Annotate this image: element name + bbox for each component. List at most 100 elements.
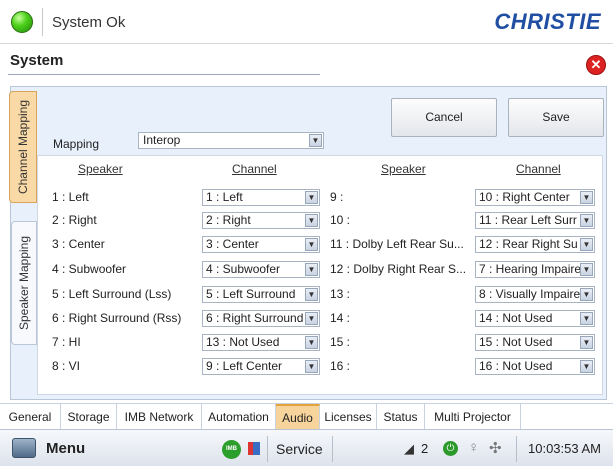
- channel-select[interactable]: 4 : Subwoofer ▼: [202, 261, 320, 278]
- channel-column-header: Channel: [232, 162, 277, 176]
- channel-select[interactable]: 1 : Left ▼: [202, 189, 320, 206]
- chevron-down-icon[interactable]: ▼: [580, 214, 593, 227]
- tab-storage[interactable]: Storage: [61, 404, 117, 430]
- channel-select[interactable]: 12 : Rear Right Su ▼: [475, 236, 595, 253]
- chevron-down-icon[interactable]: ▼: [580, 336, 593, 349]
- channel-select[interactable]: 6 : Right Surround ▼: [202, 310, 320, 327]
- channel-select[interactable]: 11 : Rear Left Surr ▼: [475, 212, 595, 229]
- channel-select[interactable]: 13 : Not Used ▼: [202, 334, 320, 351]
- channel-select[interactable]: 10 : Right Center ▼: [475, 189, 595, 206]
- tab-audio[interactable]: Audio: [276, 404, 320, 430]
- channel-select-value: 12 : Rear Right Su: [479, 237, 578, 251]
- mapping-select[interactable]: Interop ▼: [138, 132, 324, 149]
- tab-general[interactable]: General: [0, 404, 61, 430]
- tab-status[interactable]: Status: [377, 404, 425, 430]
- chevron-down-icon[interactable]: ▼: [305, 288, 318, 301]
- lamp-icon[interactable]: ♀: [468, 439, 479, 456]
- system-status-text: System Ok: [52, 14, 126, 31]
- speaker-label: 13 :: [330, 287, 351, 301]
- mapping-label: Mapping: [53, 137, 100, 151]
- chevron-down-icon[interactable]: ▼: [580, 238, 593, 251]
- tab-multi-projector[interactable]: Multi Projector: [425, 404, 521, 430]
- chevron-down-icon[interactable]: ▼: [580, 191, 593, 204]
- chevron-down-icon[interactable]: ▼: [305, 312, 318, 325]
- channel-select-value: 15 : Not Used: [479, 335, 553, 349]
- channel-select-value: 3 : Center: [206, 237, 259, 251]
- channel-select-value: 10 : Right Center: [479, 190, 570, 204]
- divider: [332, 436, 333, 462]
- channel-select-value: 4 : Subwoofer: [206, 262, 281, 276]
- tab-licenses[interactable]: Licenses: [320, 404, 377, 430]
- speaker-label: 11 : Dolby Left Rear Su...: [330, 237, 464, 251]
- speaker-label: 15 :: [330, 335, 351, 349]
- channel-select-value: 13 : Not Used: [206, 335, 280, 349]
- chevron-down-icon[interactable]: ▼: [305, 336, 318, 349]
- status-ok-icon: [11, 11, 33, 33]
- channel-select-value: 5 : Left Surround: [206, 287, 296, 301]
- channel-mapping-grid: Speaker Channel Speaker Channel 1 : Left…: [37, 155, 603, 395]
- speaker-label: 1 : Left: [52, 190, 89, 204]
- speaker-label: 16 :: [330, 359, 351, 373]
- chevron-down-icon[interactable]: ▼: [305, 263, 318, 276]
- close-icon[interactable]: ✕: [586, 55, 606, 75]
- bottom-tab-bar: General Storage IMB Network Automation A…: [0, 403, 613, 430]
- channel-select[interactable]: 9 : Left Center ▼: [202, 358, 320, 375]
- channel-select-value: 14 : Not Used: [479, 311, 553, 325]
- speaker-label: 2 : Right: [52, 213, 97, 227]
- channel-select[interactable]: 2 : Right ▼: [202, 212, 320, 229]
- menu-button[interactable]: Menu: [46, 440, 85, 457]
- chevron-down-icon[interactable]: ▼: [580, 263, 593, 276]
- chevron-down-icon[interactable]: ▼: [305, 214, 318, 227]
- chevron-down-icon[interactable]: ▼: [309, 134, 322, 147]
- flag-icon[interactable]: [248, 442, 260, 455]
- speaker-label: 7 : HI: [52, 335, 81, 349]
- chevron-down-icon[interactable]: ▼: [305, 191, 318, 204]
- chevron-down-icon[interactable]: ▼: [305, 238, 318, 251]
- title-underline: [8, 74, 320, 75]
- speaker-label: 10 :: [330, 213, 351, 227]
- channel-select-value: 9 : Left Center: [206, 359, 283, 373]
- tab-speaker-mapping-label: Speaker Mapping: [17, 235, 31, 331]
- channel-select-value: 2 : Right: [206, 213, 251, 227]
- channel-select-value: 16 : Not Used: [479, 359, 553, 373]
- chevron-down-icon[interactable]: ▼: [305, 360, 318, 373]
- channel-select-value: 6 : Right Surround: [206, 311, 304, 325]
- tab-channel-mapping-label: Channel Mapping: [16, 99, 30, 195]
- channel-select[interactable]: 8 : Visually Impaire ▼: [475, 286, 595, 303]
- channel-select[interactable]: 16 : Not Used ▼: [475, 358, 595, 375]
- cancel-button[interactable]: Cancel: [391, 98, 497, 137]
- channel-select[interactable]: 7 : Hearing Impaire ▼: [475, 261, 595, 278]
- footer-bar: Menu IMB Service ◢ 2 ⏻ ♀ ✣ 10:03:53 AM: [0, 429, 613, 466]
- chevron-down-icon[interactable]: ▼: [580, 312, 593, 325]
- clock-time: 10:03:53 AM: [528, 441, 601, 456]
- tab-imb-network[interactable]: IMB Network: [117, 404, 202, 430]
- projector-icon[interactable]: [12, 438, 36, 458]
- tab-speaker-mapping[interactable]: Speaker Mapping: [11, 221, 37, 345]
- speaker-label: 5 : Left Surround (Lss): [52, 287, 172, 301]
- power-icon[interactable]: ⏻: [443, 441, 458, 456]
- speaker-label: 8 : VI: [52, 359, 81, 373]
- status-bar: System Ok CHRISTIE: [0, 0, 613, 44]
- speaker-label: 9 :: [330, 190, 344, 204]
- chevron-down-icon[interactable]: ▼: [580, 288, 593, 301]
- channel-select[interactable]: 14 : Not Used ▼: [475, 310, 595, 327]
- chevron-down-icon[interactable]: ▼: [580, 360, 593, 373]
- distribution-icon[interactable]: ◢: [404, 441, 414, 457]
- mapping-select-value: Interop: [143, 133, 181, 147]
- service-button[interactable]: Service: [276, 441, 323, 457]
- divider: [516, 436, 517, 462]
- channel-mapping-panel: Channel Mapping Speaker Mapping Mapping …: [9, 86, 607, 400]
- save-button[interactable]: Save: [508, 98, 604, 137]
- channel-select-value: 1 : Left: [206, 190, 243, 204]
- tab-channel-mapping[interactable]: Channel Mapping: [9, 91, 37, 203]
- channel-select[interactable]: 5 : Left Surround ▼: [202, 286, 320, 303]
- divider: [42, 8, 43, 36]
- channel-select[interactable]: 15 : Not Used ▼: [475, 334, 595, 351]
- channel-select[interactable]: 3 : Center ▼: [202, 236, 320, 253]
- fan-icon[interactable]: ✣: [489, 439, 502, 457]
- speaker-label: 12 : Dolby Right Rear S...: [330, 262, 467, 276]
- christie-logo: CHRISTIE: [494, 9, 601, 34]
- imb-icon[interactable]: IMB: [222, 440, 241, 459]
- tab-automation[interactable]: Automation: [202, 404, 276, 430]
- channel-select-value: 8 : Visually Impaire: [479, 287, 581, 301]
